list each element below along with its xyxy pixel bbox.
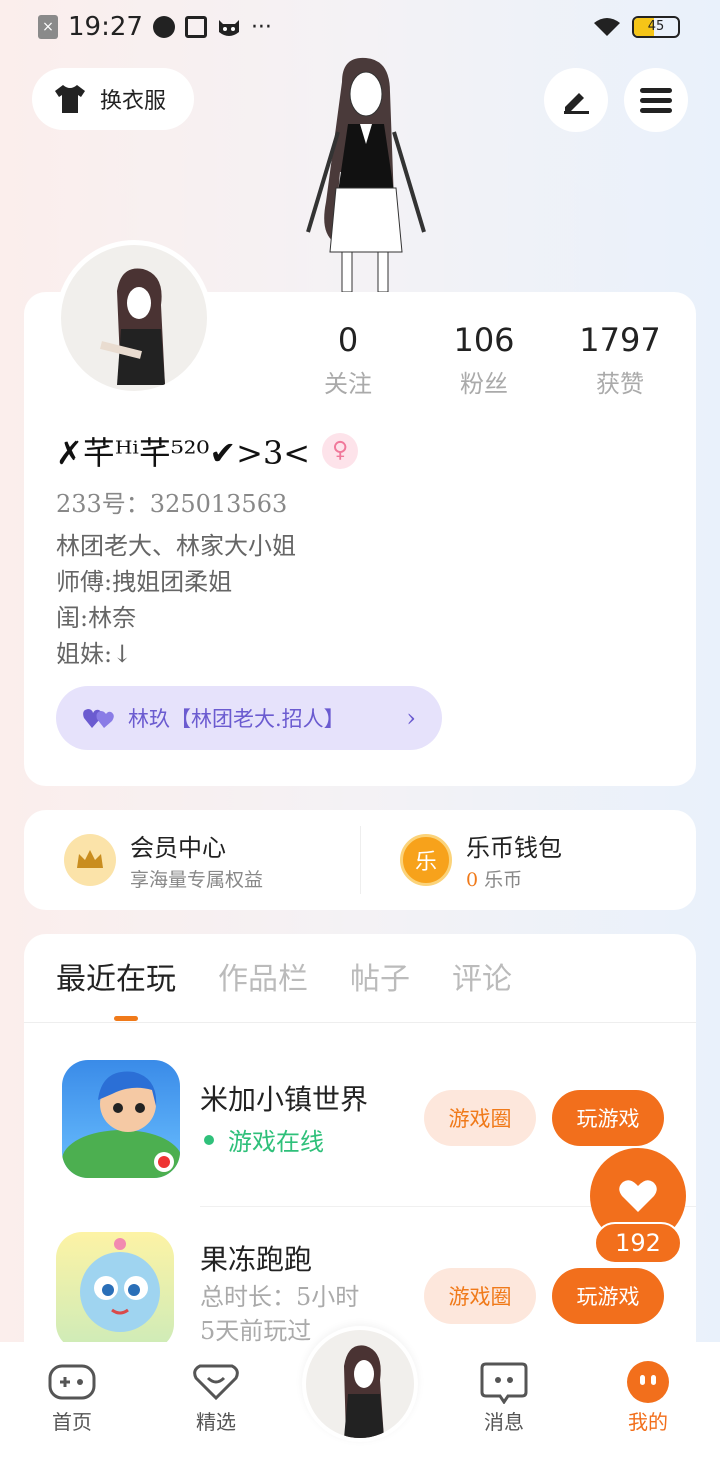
bio-line: 林团老大、林家大小姐 <box>56 532 296 560</box>
stat-label: 关注 <box>324 370 372 398</box>
bio-line: 姐妹:↓ <box>56 640 133 668</box>
profile-stats: 0 关注 106 粉丝 1797 获赞 <box>280 320 688 399</box>
cat-icon <box>218 20 239 36</box>
status-bar: × 19:27 ··· 45 <box>0 0 720 56</box>
tab-divider <box>24 1022 696 1023</box>
wallet-button[interactable]: 乐 乐币钱包 0 乐币 <box>360 828 696 892</box>
user-id[interactable]: 233号：325013563 <box>56 484 287 519</box>
nav-featured[interactable]: 精选 <box>166 1360 266 1435</box>
avatar-character[interactable] <box>290 52 430 294</box>
game-circle-button[interactable]: 游戏圈 <box>424 1268 536 1324</box>
stat-label: 粉丝 <box>460 370 508 398</box>
game-status: 游戏在线 <box>204 1122 324 1157</box>
coin-icon: 乐 <box>400 834 452 886</box>
stat-label: 获赞 <box>596 370 644 398</box>
game-circle-button[interactable]: 游戏圈 <box>424 1090 536 1146</box>
nickname-text: ✗芊ᴴⁱ芊⁵²⁰✔>3< <box>56 434 311 472</box>
bio: 林团老大、林家大小姐 师傅:拽姐团柔姐 闺:林奈 姐妹:↓ <box>56 528 296 672</box>
status-time: 19:27 <box>68 12 143 42</box>
heart-icon <box>619 1180 657 1212</box>
game-icon-jelly[interactable] <box>56 1232 174 1342</box>
double-heart-icon <box>83 709 114 728</box>
game-status-text: 游戏在线 <box>228 1128 324 1156</box>
tab-works[interactable]: 作品栏 <box>218 954 308 998</box>
game-name: 果冻跑跑 <box>200 1243 313 1276</box>
app-notification-icon-2 <box>184 16 207 38</box>
nav-label: 消息 <box>484 1410 524 1434</box>
gamepad-icon <box>48 1360 96 1404</box>
profile-face-icon <box>624 1360 672 1404</box>
wallet-balance: 0 乐币 <box>466 865 562 892</box>
notification-icon: × <box>38 15 58 39</box>
bio-line: 闺:林奈 <box>56 604 137 632</box>
stat-value: 0 <box>337 321 359 359</box>
heart-outline-icon <box>192 1360 240 1404</box>
member-wallet-card: 会员中心 享海量专属权益 乐 乐币钱包 0 乐币 <box>24 810 696 910</box>
profile-avatar[interactable] <box>56 240 212 396</box>
stat-following[interactable]: 0 关注 <box>280 320 416 399</box>
guild-button[interactable]: 林玖【林团老大.招人】 › <box>56 686 442 750</box>
female-icon: ♀ <box>322 433 359 469</box>
stat-value: 106 <box>453 321 515 359</box>
content-tabs: 最近在玩 作品栏 帖子 评论 <box>56 954 512 998</box>
nickname: ✗芊ᴴⁱ芊⁵²⁰✔>3< ♀ <box>56 428 359 474</box>
nav-label: 精选 <box>196 1410 236 1434</box>
nav-label: 我的 <box>628 1410 668 1434</box>
member-center-button[interactable]: 会员中心 享海量专属权益 <box>24 828 360 892</box>
like-count: 192 <box>594 1222 682 1264</box>
member-subtitle: 享海量专属权益 <box>130 869 264 891</box>
stat-likes[interactable]: 1797 获赞 <box>552 320 688 399</box>
wallet-unit: 乐币 <box>484 869 523 891</box>
wifi-icon <box>594 18 620 36</box>
game-name: 米加小镇世界 <box>200 1083 369 1116</box>
game-row[interactable]: 果冻跑跑 总时长：5小时 5天前玩过 游戏圈 玩游戏 <box>0 1232 672 1342</box>
nav-home[interactable]: 首页 <box>22 1360 122 1435</box>
divider <box>360 826 361 894</box>
member-title: 会员中心 <box>130 834 226 862</box>
app-notification-icon <box>152 16 175 38</box>
bio-line: 师傅:拽姐团柔姐 <box>56 568 233 596</box>
game-playtime: 总时长：5小时 <box>200 1283 360 1311</box>
chevron-right-icon: › <box>406 704 416 732</box>
wallet-title: 乐币钱包 <box>466 834 562 862</box>
tab-recent[interactable]: 最近在玩 <box>56 954 176 998</box>
stat-value: 1797 <box>579 321 661 359</box>
crown-icon <box>64 834 116 886</box>
menu-button[interactable] <box>624 68 688 132</box>
change-outfit-button[interactable]: 换衣服 <box>32 68 194 130</box>
game-icon-miga[interactable] <box>62 1060 180 1178</box>
pencil-icon <box>564 93 589 114</box>
game-row[interactable]: 米加小镇世界 游戏在线 游戏圈 玩游戏 <box>0 1060 672 1190</box>
stat-followers[interactable]: 106 粉丝 <box>416 320 552 399</box>
online-dot-icon <box>204 1134 214 1145</box>
shirt-icon <box>55 85 85 113</box>
center-avatar-button[interactable] <box>302 1326 418 1442</box>
tab-posts[interactable]: 帖子 <box>350 954 410 998</box>
battery-indicator: 45 <box>632 16 680 38</box>
guild-label: 林玖【林团老大.招人】 <box>128 707 345 731</box>
nav-messages[interactable]: 消息 <box>454 1360 554 1435</box>
nav-label: 首页 <box>52 1410 92 1434</box>
chat-icon <box>480 1360 528 1404</box>
tab-comments[interactable]: 评论 <box>452 954 512 998</box>
play-game-button[interactable]: 玩游戏 <box>552 1090 664 1146</box>
tab-indicator <box>114 1016 138 1021</box>
play-game-button[interactable]: 玩游戏 <box>552 1268 664 1324</box>
wallet-amount: 0 <box>466 869 479 891</box>
edit-profile-button[interactable] <box>544 68 608 132</box>
nav-mine[interactable]: 我的 <box>598 1360 698 1435</box>
menu-icon <box>640 88 672 113</box>
more-notifications: ··· <box>250 14 272 40</box>
outfit-label: 换衣服 <box>100 89 167 114</box>
